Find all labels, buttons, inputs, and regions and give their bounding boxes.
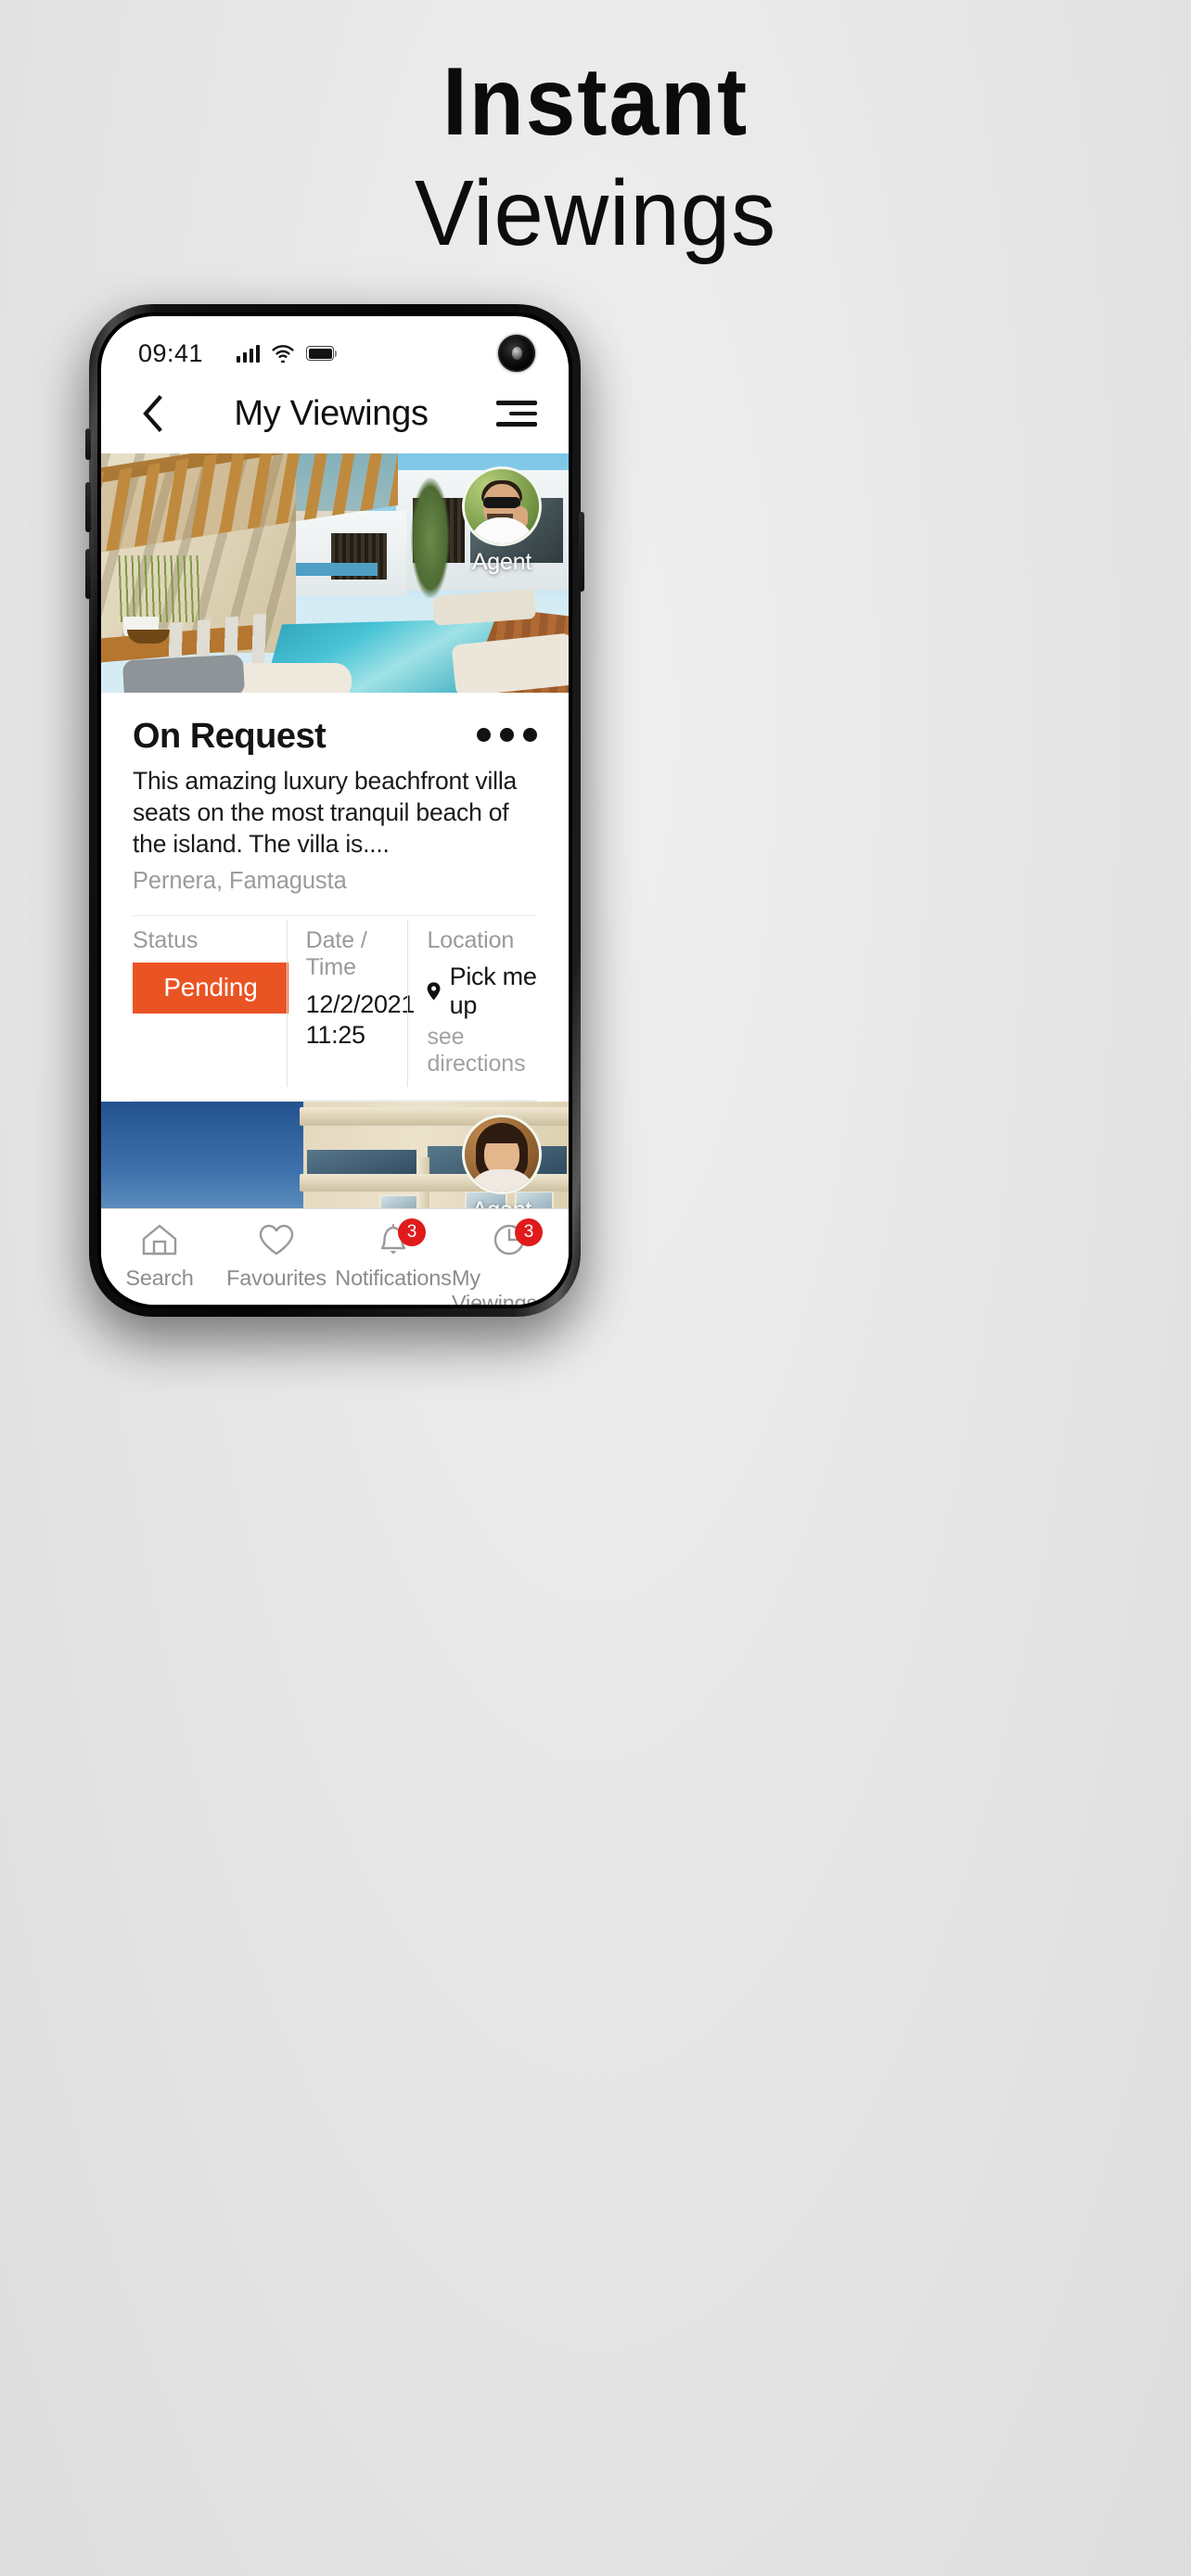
property-photo[interactable]: Agent <box>101 453 569 693</box>
viewings-list[interactable]: Agent On Request This amazing luxury bea… <box>101 453 569 1208</box>
agent-label: Agent <box>457 1197 546 1208</box>
app-navbar: My Viewings <box>101 374 569 453</box>
notification-badge: 3 <box>398 1218 426 1246</box>
volume-up-button[interactable] <box>85 482 91 532</box>
headline-line-1: Instant <box>442 48 749 156</box>
status-time: 09:41 <box>138 338 204 367</box>
meta-label-datetime: Date / Time <box>305 927 367 980</box>
clock-icon: 3 <box>489 1218 543 1259</box>
front-camera-icon <box>498 335 535 372</box>
home-icon <box>138 1220 181 1259</box>
headline-line-2: Viewings <box>414 161 777 265</box>
tab-label: Notifications <box>335 1266 452 1290</box>
avatar[interactable] <box>462 1115 542 1194</box>
card-body: On Request This amazing luxury beachfron… <box>101 693 569 1087</box>
heart-icon <box>255 1220 298 1259</box>
meta-location: Location Pick me up see directions <box>407 920 537 1087</box>
viewing-card[interactable]: Agent € 155,000 Situated in a quiet resi… <box>101 1102 569 1208</box>
meta-label-status: Status <box>133 927 198 953</box>
map-pin-icon <box>428 982 441 1001</box>
meta-date: 12/2/2021 <box>305 990 416 1018</box>
viewings-badge: 3 <box>515 1218 543 1246</box>
meta-status: Status Pending <box>133 920 288 1087</box>
tab-favourites[interactable]: Favourites <box>218 1220 335 1291</box>
pickup-label: Pick me up <box>449 963 537 1019</box>
poster-headline: Instant Viewings <box>0 54 1191 265</box>
agent-label: Agent <box>471 549 532 575</box>
card-title: On Request <box>133 717 327 756</box>
meta-time: 11:25 <box>305 1021 365 1049</box>
phone-bezel: 09:41 My Viewings Agent On Request This … <box>97 312 572 1308</box>
battery-icon <box>306 346 338 361</box>
more-options-icon[interactable] <box>477 717 537 742</box>
silent-switch[interactable] <box>85 428 91 460</box>
bottom-tab-bar: Search Favourites 3 Notifications 3 My V… <box>101 1208 569 1305</box>
cellular-bars-icon <box>237 344 261 363</box>
meta-datetime: Date / Time 12/2/2021 11:25 <box>286 920 416 1087</box>
hamburger-menu-icon[interactable] <box>489 393 537 434</box>
power-button[interactable] <box>579 512 584 592</box>
tab-search[interactable]: Search <box>101 1220 218 1291</box>
status-bar: 09:41 <box>101 316 569 374</box>
property-photo[interactable]: Agent <box>101 1102 569 1208</box>
tab-label: Favourites <box>226 1266 327 1290</box>
status-icons <box>237 344 338 363</box>
card-location: Pernera, Famagusta <box>133 868 347 894</box>
page-title: My Viewings <box>234 393 429 433</box>
tab-label: Search <box>125 1266 194 1290</box>
card-description: This amazing luxury beachfront villa sea… <box>133 767 518 858</box>
viewing-card[interactable]: Agent On Request This amazing luxury bea… <box>101 453 569 1102</box>
chevron-left-icon <box>143 395 162 432</box>
see-directions-link[interactable]: see directions <box>427 1024 537 1078</box>
phone-screen: 09:41 My Viewings Agent On Request This … <box>101 316 569 1305</box>
avatar[interactable] <box>462 466 542 546</box>
pickup-option[interactable]: Pick me up <box>427 963 537 1020</box>
tab-notifications[interactable]: 3 Notifications <box>335 1218 452 1291</box>
phone-device: 09:41 My Viewings Agent On Request This … <box>89 304 581 1317</box>
status-badge[interactable]: Pending <box>133 963 288 1014</box>
meta-label-location: Location <box>427 927 515 953</box>
tab-label: My Viewings <box>452 1266 538 1305</box>
back-button[interactable] <box>133 393 173 434</box>
viewing-meta: Status Pending Date / Time 12/2/2021 11:… <box>133 915 537 1087</box>
volume-down-button[interactable] <box>85 549 91 599</box>
wifi-icon <box>272 345 294 363</box>
agent-badge[interactable]: Agent <box>457 466 546 576</box>
agent-badge[interactable]: Agent <box>457 1115 546 1208</box>
bell-icon: 3 <box>372 1218 426 1259</box>
tab-my-viewings[interactable]: 3 My Viewings <box>452 1218 569 1305</box>
